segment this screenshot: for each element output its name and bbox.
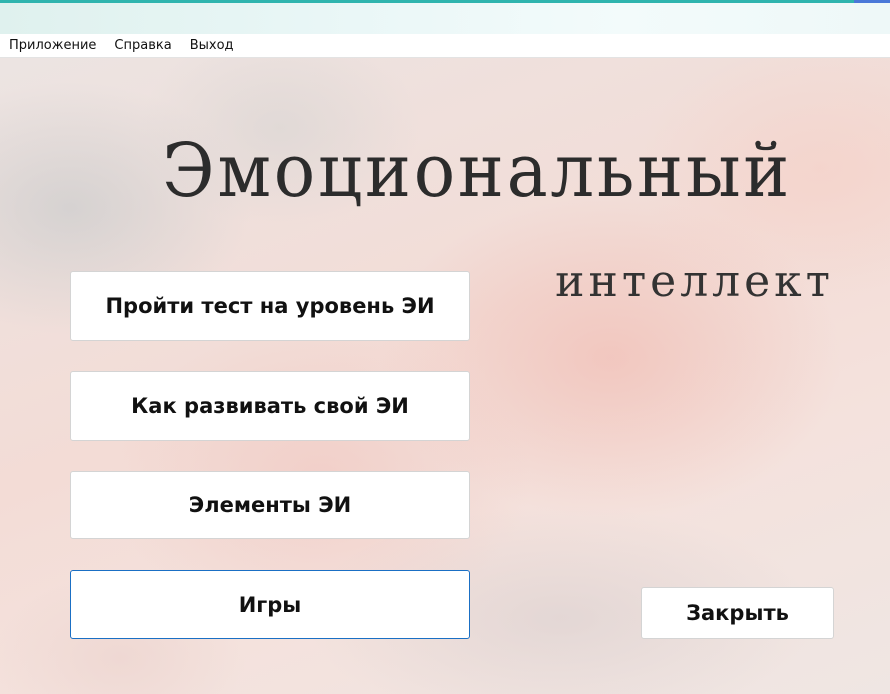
- menu-item-exit[interactable]: Выход: [181, 34, 243, 58]
- main-canvas: Эмоциональный интеллект Пройти тест на у…: [0, 58, 890, 694]
- develop-ei-button[interactable]: Как развивать свой ЭИ: [70, 371, 470, 441]
- app-title: Эмоциональный: [162, 128, 793, 214]
- window-titlebar[interactable]: [0, 0, 890, 34]
- menu-item-application[interactable]: Приложение: [0, 34, 105, 58]
- take-test-button[interactable]: Пройти тест на уровень ЭИ: [70, 271, 470, 341]
- close-button[interactable]: Закрыть: [641, 587, 834, 639]
- titlebar-accent-corner: [854, 0, 890, 34]
- menu-bar: Приложение Справка Выход: [0, 34, 890, 58]
- ei-elements-button[interactable]: Элементы ЭИ: [70, 471, 470, 539]
- menu-item-help[interactable]: Справка: [105, 34, 180, 58]
- games-button[interactable]: Игры: [70, 570, 470, 639]
- app-subtitle: интеллект: [555, 256, 834, 307]
